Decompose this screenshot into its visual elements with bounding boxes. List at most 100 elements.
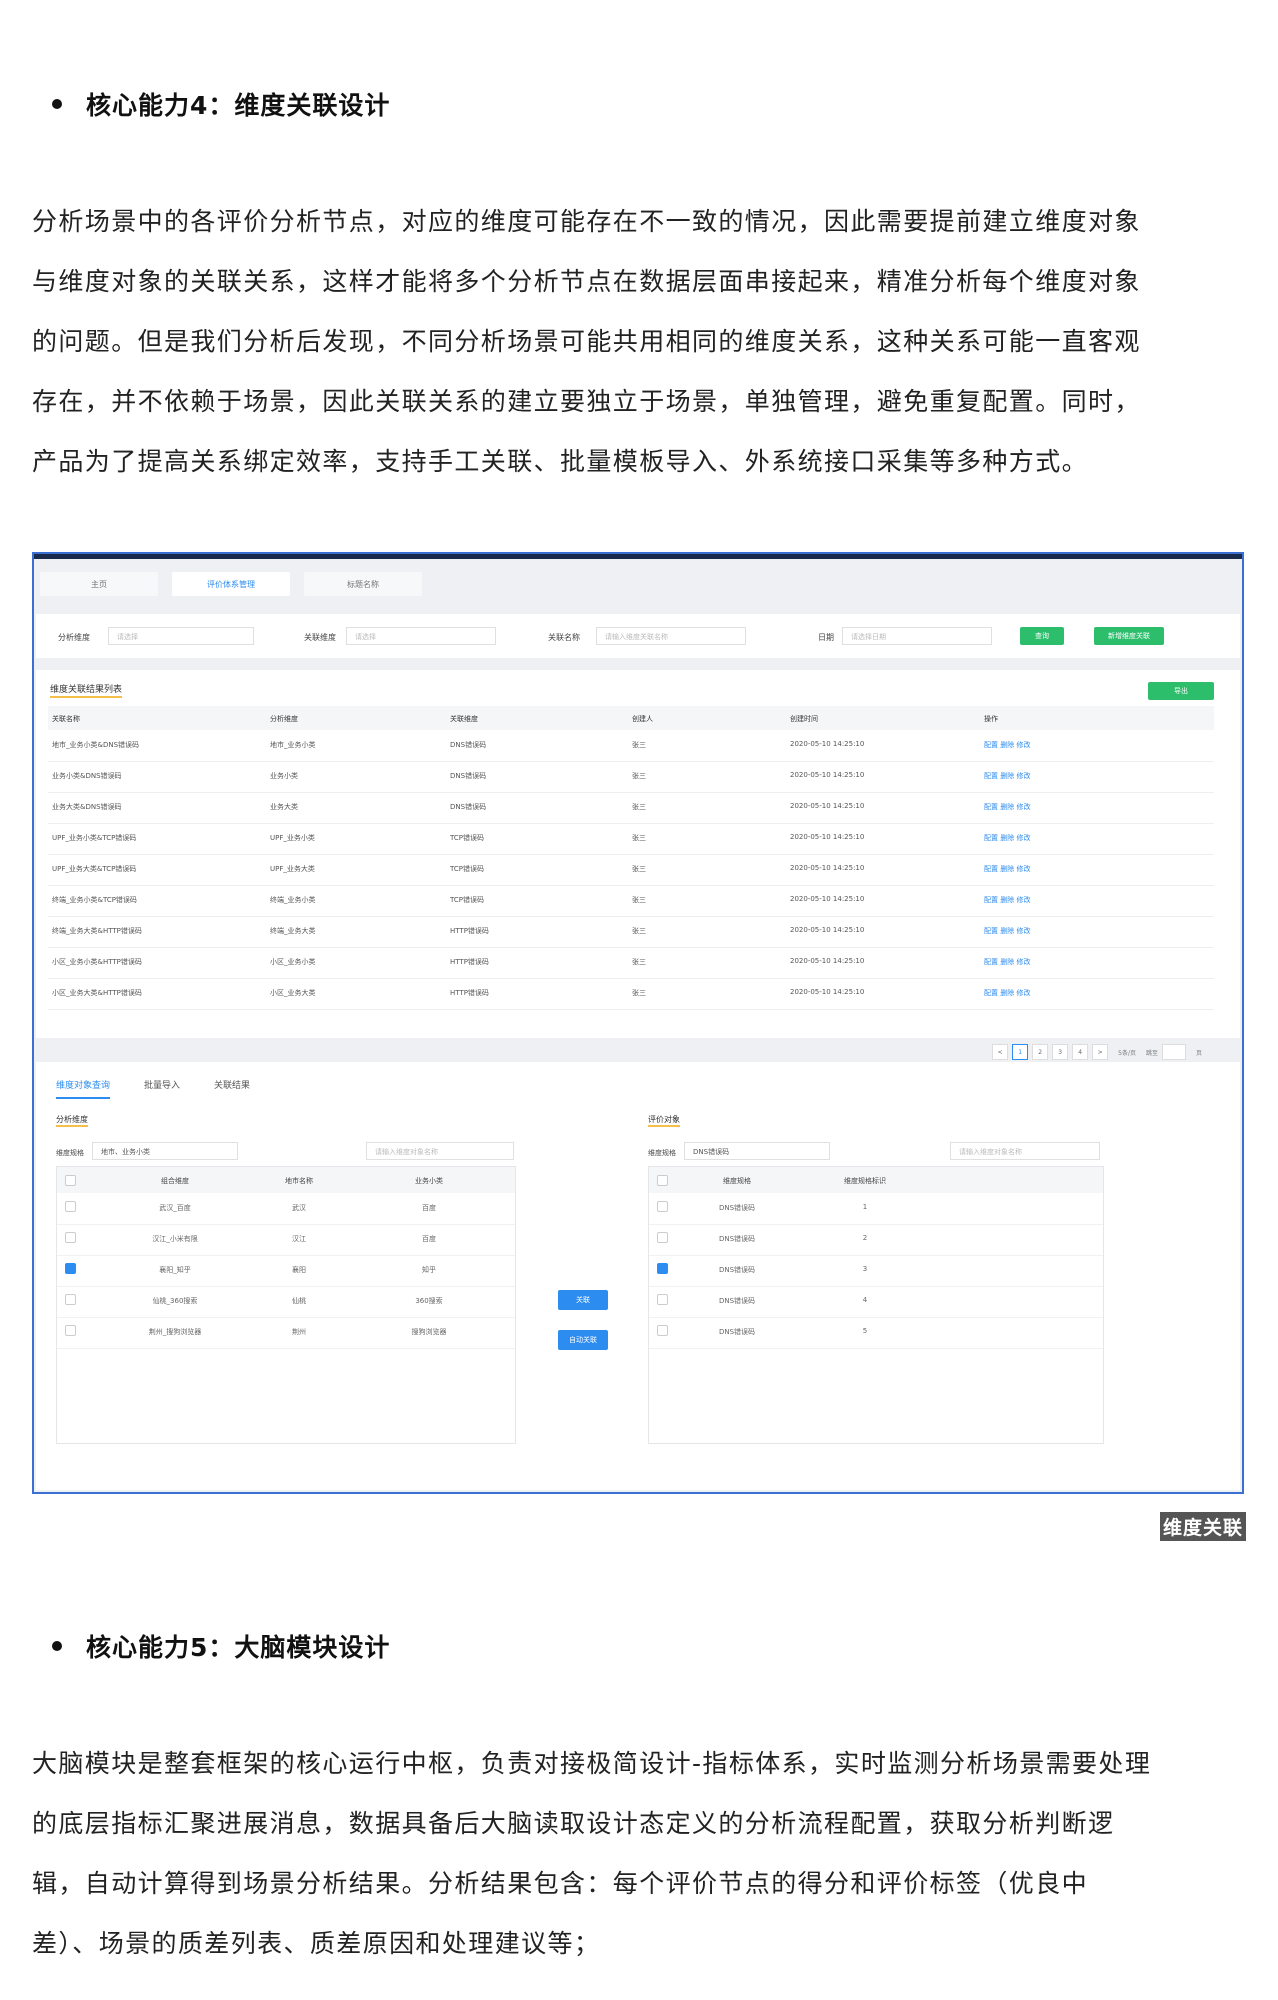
table-cell: 百度 <box>422 1204 436 1212</box>
query-button[interactable]: 查询 <box>1020 627 1064 645</box>
section4-heading: 核心能力4：维度关联设计 <box>52 86 390 122</box>
table-cell: 终端_业务小类 <box>270 896 316 904</box>
table-cell: 张三 <box>632 896 646 904</box>
table-cell: 2020-05-10 14:25:10 <box>790 833 865 841</box>
table-cell: 武汉_百度 <box>159 1204 191 1212</box>
row-actions[interactable]: 配置 删除 修改 <box>984 833 1030 843</box>
row-checkbox[interactable] <box>65 1201 76 1212</box>
pager-prev[interactable]: < <box>992 1044 1009 1060</box>
table-cell: 终端_业务小类&TCP错误码 <box>52 896 137 904</box>
result-title: 维度关联结果列表 <box>50 682 123 698</box>
table-cell: DNS错误码 <box>450 772 487 780</box>
table-cell: 张三 <box>632 989 646 997</box>
table-cell: 搜狗浏览器 <box>411 1328 447 1336</box>
date-input[interactable]: 请选择日期 <box>842 627 992 645</box>
row-actions[interactable]: 配置 删除 修改 <box>984 771 1030 781</box>
table-cell: 仙桃_360搜索 <box>152 1297 198 1305</box>
tab-link-result[interactable]: 关联结果 <box>214 1078 250 1099</box>
list-item[interactable]: DNS错误码 5 <box>649 1317 1103 1349</box>
table-row[interactable]: 小区_业务小类&HTTP错误码 小区_业务小类 HTTP错误码 张三 2020-05-1… <box>48 947 1214 979</box>
row-checkbox[interactable] <box>65 1325 76 1336</box>
select-all-checkbox[interactable] <box>65 1175 76 1186</box>
tab-title[interactable]: 标题名称 <box>304 572 422 596</box>
list-item[interactable]: 汉江_小米有限 汉江 百度 <box>57 1224 515 1256</box>
table-cell: UPF_业务小类&TCP错误码 <box>52 834 137 842</box>
table-row[interactable]: UPF_业务大类&TCP错误码 UPF_业务大类 TCP错误码 张三 2020-05-1… <box>48 854 1214 886</box>
list-item[interactable]: 仙桃_360搜索 仙桃 360搜索 <box>57 1286 515 1318</box>
list-item[interactable]: DNS错误码 1 <box>649 1193 1103 1225</box>
pager-next[interactable]: > <box>1092 1044 1109 1060</box>
row-checkbox[interactable] <box>657 1325 668 1336</box>
table-cell: TCP错误码 <box>450 865 484 873</box>
table-row[interactable]: 地市_业务小类&DNS错误码 地市_业务小类 DNS错误码 张三 2020-05-10 … <box>48 730 1214 762</box>
row-actions[interactable]: 配置 删除 修改 <box>984 895 1030 905</box>
table-cell: HTTP错误码 <box>450 989 489 997</box>
table-cell: 张三 <box>632 927 646 935</box>
row-actions[interactable]: 配置 删除 修改 <box>984 957 1030 967</box>
tab-dim-object-query[interactable]: 维度对象查询 <box>56 1078 111 1099</box>
row-checkbox[interactable] <box>657 1201 668 1212</box>
row-actions[interactable]: 配置 删除 修改 <box>984 802 1030 812</box>
bullet-icon <box>52 99 62 109</box>
table-cell: 2020-05-10 14:25:10 <box>790 957 865 965</box>
table-cell: 3 <box>862 1265 868 1273</box>
jump-input[interactable] <box>1161 1044 1186 1060</box>
table-cell: 张三 <box>632 803 646 811</box>
row-checkbox[interactable] <box>657 1263 668 1274</box>
row-checkbox[interactable] <box>65 1263 76 1274</box>
table-row[interactable]: 终端_业务小类&TCP错误码 终端_业务小类 TCP错误码 张三 2020-05-10 … <box>48 885 1214 917</box>
table-cell: 2020-05-10 14:25:10 <box>790 926 865 934</box>
right-search-input[interactable]: 请输入维度对象名称 <box>950 1142 1100 1160</box>
page-size-select[interactable]: 5条/页 <box>1118 1048 1136 1057</box>
list-item[interactable]: DNS错误码 2 <box>649 1224 1103 1256</box>
link-dim-select[interactable]: 请选择 <box>346 627 496 645</box>
row-actions[interactable]: 配置 删除 修改 <box>984 988 1030 998</box>
table-row[interactable]: 业务小类&DNS错误码 业务小类 DNS错误码 张三 2020-05-10 14:25:… <box>48 761 1214 793</box>
tab-batch-import[interactable]: 批量导入 <box>144 1078 180 1099</box>
table-row[interactable]: 终端_业务大类&HTTP错误码 终端_业务大类 HTTP错误码 张三 2020-05-1… <box>48 916 1214 948</box>
row-actions[interactable]: 配置 删除 修改 <box>984 740 1030 750</box>
row-checkbox[interactable] <box>657 1294 668 1305</box>
pager-page[interactable]: 2 <box>1032 1044 1049 1060</box>
list-item[interactable]: DNS错误码 4 <box>649 1286 1103 1318</box>
table-row[interactable]: UPF_业务小类&TCP错误码 UPF_业务小类 TCP错误码 张三 2020-05-1… <box>48 823 1214 855</box>
tab-eval-system[interactable]: 评价体系管理 <box>172 572 290 596</box>
col-header: 分析维度 <box>270 715 298 723</box>
row-actions[interactable]: 配置 删除 修改 <box>984 864 1030 874</box>
add-link-button[interactable]: 新增维度关联 <box>1094 627 1164 645</box>
list-item[interactable]: 荆州_搜狗浏览器 荆州 搜狗浏览器 <box>57 1317 515 1349</box>
row-checkbox[interactable] <box>657 1232 668 1243</box>
list-item[interactable]: 武汉_百度 武汉 百度 <box>57 1193 515 1225</box>
list-item[interactable]: 襄阳_知乎 襄阳 知乎 <box>57 1255 515 1287</box>
link-button[interactable]: 关联 <box>558 1290 608 1310</box>
table-cell: 终端_业务大类 <box>270 927 316 935</box>
table-cell: 百度 <box>422 1235 436 1243</box>
table-cell: 业务大类 <box>270 803 298 811</box>
table-row[interactable]: 业务大类&DNS错误码 业务大类 DNS错误码 张三 2020-05-10 14:25:… <box>48 792 1214 824</box>
left-spec-select[interactable]: 地市、业务小类 <box>92 1142 238 1160</box>
table-row[interactable]: 小区_业务大类&HTTP错误码 小区_业务大类 HTTP错误码 张三 2020-05-1… <box>48 978 1214 1010</box>
tab-home[interactable]: 主页 <box>40 572 158 596</box>
pagination: < 1 2 3 4 > 5条/页 跳至 页 <box>988 1044 1202 1060</box>
select-all-checkbox[interactable] <box>657 1175 668 1186</box>
row-checkbox[interactable] <box>65 1232 76 1243</box>
right-spec-select[interactable]: DNS错误码 <box>684 1142 830 1160</box>
pager-page[interactable]: 1 <box>1012 1044 1029 1060</box>
row-checkbox[interactable] <box>65 1294 76 1305</box>
left-search-input[interactable]: 请输入维度对象名称 <box>366 1142 514 1160</box>
paragraph-line: 的底层指标汇聚进展消息，数据具备后大脑读取设计态定义的分析流程配置，获取分析判断… <box>32 1809 1115 1838</box>
list-item[interactable]: DNS错误码 3 <box>649 1255 1103 1287</box>
paragraph-line: 大脑模块是整套框架的核心运行中枢，负责对接极简设计-指标体系，实时监测分析场景需… <box>32 1749 1152 1778</box>
result-panel: 维度关联结果列表 导出 关联名称 分析维度 关联维度 创建人 创建时间 操作 地… <box>36 670 1240 1038</box>
table-cell: 2020-05-10 14:25:10 <box>790 864 865 872</box>
auto-link-button[interactable]: 自动关联 <box>558 1330 608 1350</box>
link-name-input[interactable]: 请输入维度关联名称 <box>596 627 746 645</box>
pager-page[interactable]: 4 <box>1072 1044 1089 1060</box>
result-table-header: 关联名称 分析维度 关联维度 创建人 创建时间 操作 <box>48 706 1214 730</box>
table-cell: 荆州_搜狗浏览器 <box>148 1328 202 1336</box>
table-cell: 襄阳_知乎 <box>159 1266 191 1274</box>
pager-page[interactable]: 3 <box>1052 1044 1069 1060</box>
export-button[interactable]: 导出 <box>1148 682 1214 700</box>
row-actions[interactable]: 配置 删除 修改 <box>984 926 1030 936</box>
analysis-dim-select[interactable]: 请选择 <box>108 627 254 645</box>
